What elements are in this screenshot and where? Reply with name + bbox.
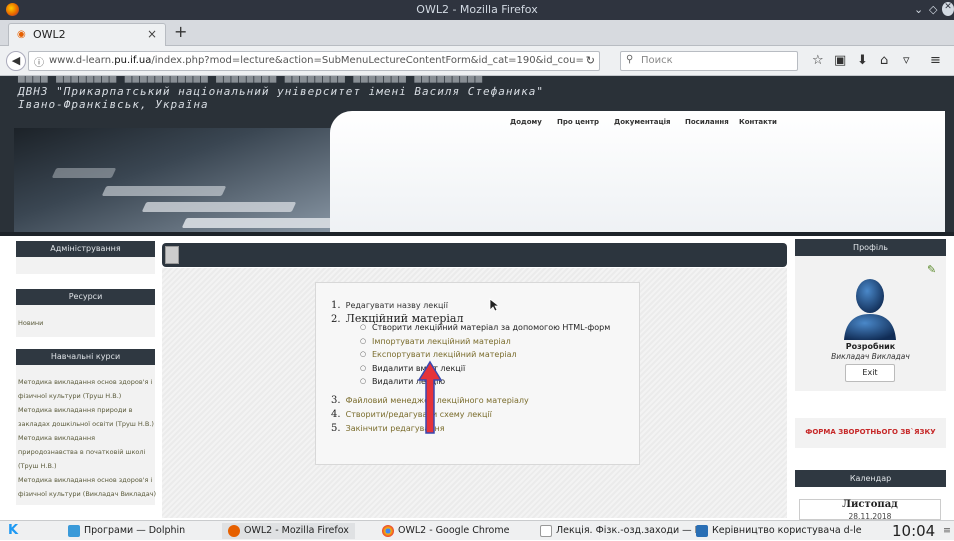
- nav-about[interactable]: Про центр: [557, 118, 599, 126]
- course-link[interactable]: Методика викладання основ здоров'я і: [18, 475, 152, 486]
- exit-button[interactable]: Exit: [845, 364, 895, 382]
- annotation-arrow-icon: [417, 360, 443, 434]
- content-toolbar: [162, 243, 787, 267]
- submenu-export[interactable]: Експортувати лекційний матеріал: [372, 350, 517, 359]
- close-icon[interactable]: ✕: [942, 2, 954, 16]
- window-titlebar: OWL2 - Mozilla Firefox ⌄ ◇ ✕: [0, 0, 954, 20]
- header-banner-panel: [330, 111, 945, 236]
- submenu-create-html[interactable]: Створити лекційний матеріал за допомогою…: [372, 323, 610, 332]
- taskbar-dolphin[interactable]: Програми — Dolphin: [68, 523, 185, 539]
- course-link[interactable]: Методика викладання основ здоров'я і: [18, 377, 152, 388]
- document-icon[interactable]: [165, 246, 179, 264]
- bookmark-star-icon[interactable]: ☆: [812, 54, 824, 68]
- clock[interactable]: 10:04: [892, 521, 935, 540]
- owl-favicon-icon: ◉: [17, 29, 26, 40]
- pocket-icon[interactable]: ▿: [903, 54, 910, 68]
- course-link[interactable]: (Труш Н.В.): [18, 461, 57, 472]
- tab-bar: ◉ OWL2 × +: [0, 20, 954, 46]
- user-name: Розробник: [845, 342, 896, 351]
- avatar: [844, 279, 896, 340]
- nav-home[interactable]: Додому: [510, 118, 542, 126]
- nav-contacts[interactable]: Контакти: [739, 118, 777, 126]
- header-keyboard-image: [14, 128, 337, 236]
- taskbar-manual[interactable]: Керівництво користувача d-le: [696, 523, 862, 539]
- university-name: ДВНЗ "Прикарпатський національний універ…: [18, 85, 544, 98]
- lecture-menu-box: 1. Редагувати назву лекції 2. Лекційний …: [315, 282, 640, 465]
- course-link[interactable]: фізичної культури (Труш Н.В.): [18, 391, 121, 402]
- feedback-link[interactable]: ФОРМА ЗВОРОТНЬОГО ЗВ`ЯЗКУ: [795, 428, 946, 436]
- admin-heading: Адміністрування: [16, 241, 155, 257]
- news-link[interactable]: Новини: [18, 318, 43, 329]
- menu-icon[interactable]: ≡: [930, 54, 941, 68]
- search-placeholder: Поиск: [641, 55, 673, 66]
- course-link[interactable]: Методика викладання: [18, 433, 95, 444]
- edit-pencil-icon[interactable]: ✎: [927, 263, 936, 276]
- back-button[interactable]: ◀: [6, 51, 26, 71]
- url-bar[interactable]: ⓘ www.d-learn.pu.if.ua/index.php?mod=lec…: [28, 51, 600, 71]
- site-header: ████ ████████ ███████████ ████████ █████…: [0, 76, 954, 236]
- home-icon[interactable]: ⌂: [880, 54, 888, 68]
- navigation-toolbar: ◀ ⓘ www.d-learn.pu.if.ua/index.php?mod=l…: [0, 46, 954, 76]
- window-title: OWL2 - Mozilla Firefox: [416, 3, 538, 16]
- search-icon: ⚲: [626, 54, 634, 65]
- course-link[interactable]: Методика викладання природи в: [18, 405, 132, 416]
- header-cut-line: ████ ████████ ███████████ ████████ █████…: [18, 76, 483, 83]
- firefox-icon: [228, 524, 240, 537]
- writer-icon: [696, 524, 708, 537]
- tab-close-icon[interactable]: ×: [147, 27, 157, 41]
- calendar-heading: Календар: [795, 470, 946, 487]
- show-desktop-icon[interactable]: ≡: [943, 523, 951, 539]
- url-text: www.d-learn.pu.if.ua/index.php?mod=lectu…: [49, 55, 584, 66]
- nav-links[interactable]: Посилання: [685, 118, 729, 126]
- course-link[interactable]: природознавства в початковій школі: [18, 447, 145, 458]
- minimize-icon[interactable]: ⌄: [914, 3, 923, 16]
- resources-heading: Ресурси: [16, 289, 155, 305]
- profile-heading: Профіль: [795, 239, 946, 256]
- taskbar-libreoffice[interactable]: Лекція. Фізк.-озд.заходи — L: [540, 523, 700, 539]
- reading-list-icon[interactable]: ▣: [834, 54, 846, 68]
- admin-body: [16, 257, 155, 274]
- new-tab-button[interactable]: +: [174, 22, 187, 41]
- tab-label: OWL2: [33, 28, 66, 41]
- taskbar-chrome[interactable]: OWL2 - Google Chrome: [382, 523, 509, 539]
- submenu-import[interactable]: Імпортувати лекційний матеріал: [372, 337, 511, 346]
- header-bottom-strip: [0, 232, 954, 236]
- course-link[interactable]: фізичної культури (Викладач Викладач): [18, 489, 156, 500]
- calendar-month: Листопад: [842, 499, 898, 510]
- downloads-icon[interactable]: ⬇: [857, 54, 868, 68]
- user-role: Викладач Викладач: [831, 352, 910, 361]
- course-link[interactable]: закладах дошкільної освіти (Труш Н.В.): [18, 419, 154, 430]
- info-icon[interactable]: ⓘ: [34, 54, 44, 69]
- dolphin-icon: [68, 524, 80, 537]
- mouse-cursor-icon: [489, 298, 499, 312]
- taskbar-firefox[interactable]: OWL2 - Mozilla Firefox: [222, 523, 355, 539]
- nav-docs[interactable]: Документація: [614, 118, 671, 126]
- maximize-icon[interactable]: ◇: [929, 3, 937, 16]
- search-input[interactable]: ⚲ Поиск: [620, 51, 798, 71]
- taskbar: K Програми — Dolphin OWL2 - Mozilla Fire…: [0, 520, 954, 540]
- tab-owl2[interactable]: ◉ OWL2 ×: [8, 23, 166, 46]
- chrome-icon: [382, 524, 394, 537]
- courses-heading: Навчальні курси: [16, 349, 155, 365]
- kde-launcher-icon[interactable]: K: [8, 523, 18, 539]
- reload-icon[interactable]: ↻: [586, 54, 595, 67]
- university-city: Івано-Франківськ, Україна: [18, 98, 209, 111]
- document-icon: [540, 524, 552, 537]
